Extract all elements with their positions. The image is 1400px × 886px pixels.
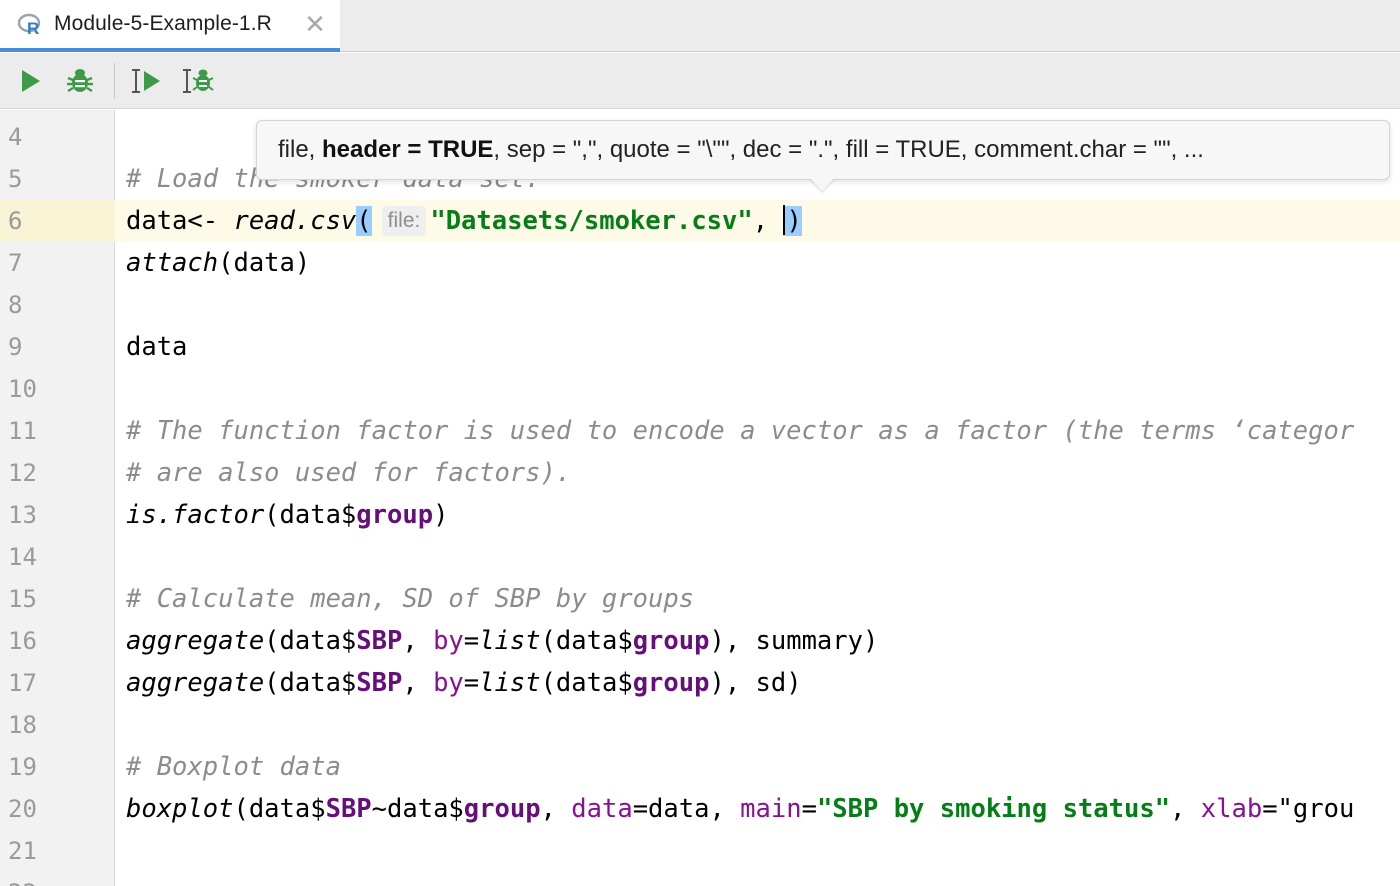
code-line[interactable]: 18 <box>0 704 1400 746</box>
code-function: attach <box>126 248 219 278</box>
line-number: 14 <box>8 543 37 571</box>
run-button[interactable] <box>12 63 48 99</box>
code-line[interactable]: 20 boxplot(data$SBP~data$group, data=dat… <box>0 788 1400 830</box>
line-number: 18 <box>8 711 37 739</box>
line-number: 21 <box>8 837 37 865</box>
debug-button[interactable] <box>62 63 98 99</box>
code-line[interactable]: 12 # are also used for factors). <box>0 452 1400 494</box>
line-number: 19 <box>8 753 37 781</box>
code-column: group <box>356 500 434 530</box>
code-column: group <box>463 794 541 824</box>
code-column: SBP <box>325 794 372 824</box>
code-text: is.factor(data$group) <box>126 500 449 530</box>
code-line[interactable]: 11 # The function factor is used to enco… <box>0 410 1400 452</box>
line-number: 10 <box>8 375 37 403</box>
code-line[interactable]: 14 <box>0 536 1400 578</box>
debug-selection-button[interactable] <box>180 63 216 99</box>
code-line[interactable]: 7 attach(data) <box>0 242 1400 284</box>
code-line[interactable]: 22 <box>0 872 1400 886</box>
code-argument: xlab <box>1200 794 1263 824</box>
code-function: list <box>479 626 541 656</box>
popup-param-current: header = TRUE <box>322 136 494 163</box>
code-argument: by <box>433 668 464 698</box>
editor-toolbar <box>0 53 1400 109</box>
toolbar-separator <box>114 63 115 99</box>
code-line-current[interactable]: 6 data<- read.csv(file: "Datasets/smoker.… <box>0 200 1400 242</box>
tab-title: Module-5-Example-1.R <box>54 12 272 35</box>
code-function: aggregate <box>126 668 265 698</box>
line-number: 5 <box>8 165 23 193</box>
code-line[interactable]: 10 <box>0 368 1400 410</box>
code-comment: # The function factor is used to encode … <box>126 416 1355 446</box>
code-column: group <box>632 626 710 656</box>
code-comment: # Calculate mean, SD of SBP by groups <box>126 584 695 614</box>
code-line[interactable]: 19 # Boxplot data <box>0 746 1400 788</box>
code-function: list <box>479 668 541 698</box>
line-number: 11 <box>8 417 37 445</box>
code-line[interactable]: 21 <box>0 830 1400 872</box>
code-line[interactable]: 9 data <box>0 326 1400 368</box>
code-text: data <box>126 332 188 362</box>
bug-icon <box>67 69 93 93</box>
code-argument: main <box>740 794 802 824</box>
code-text: boxplot(data$SBP~data$group, data=data, … <box>126 794 1355 824</box>
line-number: 8 <box>8 291 23 319</box>
debug-cursor-icon <box>183 69 214 93</box>
file-tab[interactable]: R Module-5-Example-1.R ✕ <box>0 0 340 52</box>
bracket-match: ) <box>783 205 802 236</box>
code-comment: # Boxplot data <box>126 752 341 782</box>
code-line[interactable]: 17 aggregate(data$SBP, by=list(data$grou… <box>0 662 1400 704</box>
code-text: aggregate(data$SBP, by=list(data$group),… <box>126 626 879 656</box>
line-number: 15 <box>8 585 37 613</box>
code-comment: # are also used for factors). <box>126 458 572 488</box>
line-number: 12 <box>8 459 37 487</box>
line-number: 16 <box>8 627 37 655</box>
code-function: read.csv <box>233 206 357 236</box>
code-string: "Datasets/smoker.csv" <box>430 206 753 236</box>
line-number: 17 <box>8 669 37 697</box>
line-number: 13 <box>8 501 37 529</box>
code-function: aggregate <box>126 626 265 656</box>
line-number: 7 <box>8 249 23 277</box>
svg-text:R: R <box>27 19 39 36</box>
code-line[interactable]: 8 <box>0 284 1400 326</box>
code-editor[interactable]: 4 5 # Load the smoker data set. 6 data<-… <box>0 110 1400 886</box>
code-column: SBP <box>356 668 403 698</box>
code-function: boxplot <box>126 794 234 824</box>
code-text: data<- read.csv(file: "Datasets/smoker.cs… <box>126 205 802 236</box>
code-line[interactable]: 15 # Calculate mean, SD of SBP by groups <box>0 578 1400 620</box>
line-number: 9 <box>8 333 23 361</box>
line-number: 20 <box>8 795 37 823</box>
line-number: 4 <box>8 123 23 151</box>
code-line[interactable]: 16 aggregate(data$SBP, by=list(data$grou… <box>0 620 1400 662</box>
run-cursor-icon <box>132 69 160 93</box>
line-number: 6 <box>0 200 115 242</box>
text-caret <box>783 205 786 235</box>
run-selection-button[interactable] <box>128 63 164 99</box>
close-icon[interactable]: ✕ <box>300 10 330 40</box>
code-text: aggregate(data$SBP, by=list(data$group),… <box>126 668 802 698</box>
code-column: SBP <box>356 626 403 656</box>
code-argument: by <box>433 626 464 656</box>
popup-param-rest: , sep = ",", quote = "\"", dec = ".", fi… <box>493 136 1204 163</box>
parameter-name-hint: file: <box>381 206 427 236</box>
bracket-match: ( <box>356 206 372 236</box>
popup-pointer <box>810 178 834 191</box>
line-number: 22 <box>0 872 115 886</box>
play-icon <box>22 70 40 92</box>
popup-param-file: file, <box>278 136 323 163</box>
code-function: is.factor <box>126 500 265 530</box>
code-string: "SBP by smoking status" <box>816 794 1171 824</box>
code-text: attach(data) <box>126 248 311 278</box>
parameter-info-popup: file, header = TRUE, sep = ",", quote = … <box>256 120 1390 180</box>
code-line[interactable]: 13 is.factor(data$group) <box>0 494 1400 536</box>
editor-tab-bar: R Module-5-Example-1.R ✕ <box>0 0 1400 52</box>
code-argument: data <box>571 794 633 824</box>
r-file-icon: R <box>17 12 42 38</box>
code-column: group <box>632 668 710 698</box>
